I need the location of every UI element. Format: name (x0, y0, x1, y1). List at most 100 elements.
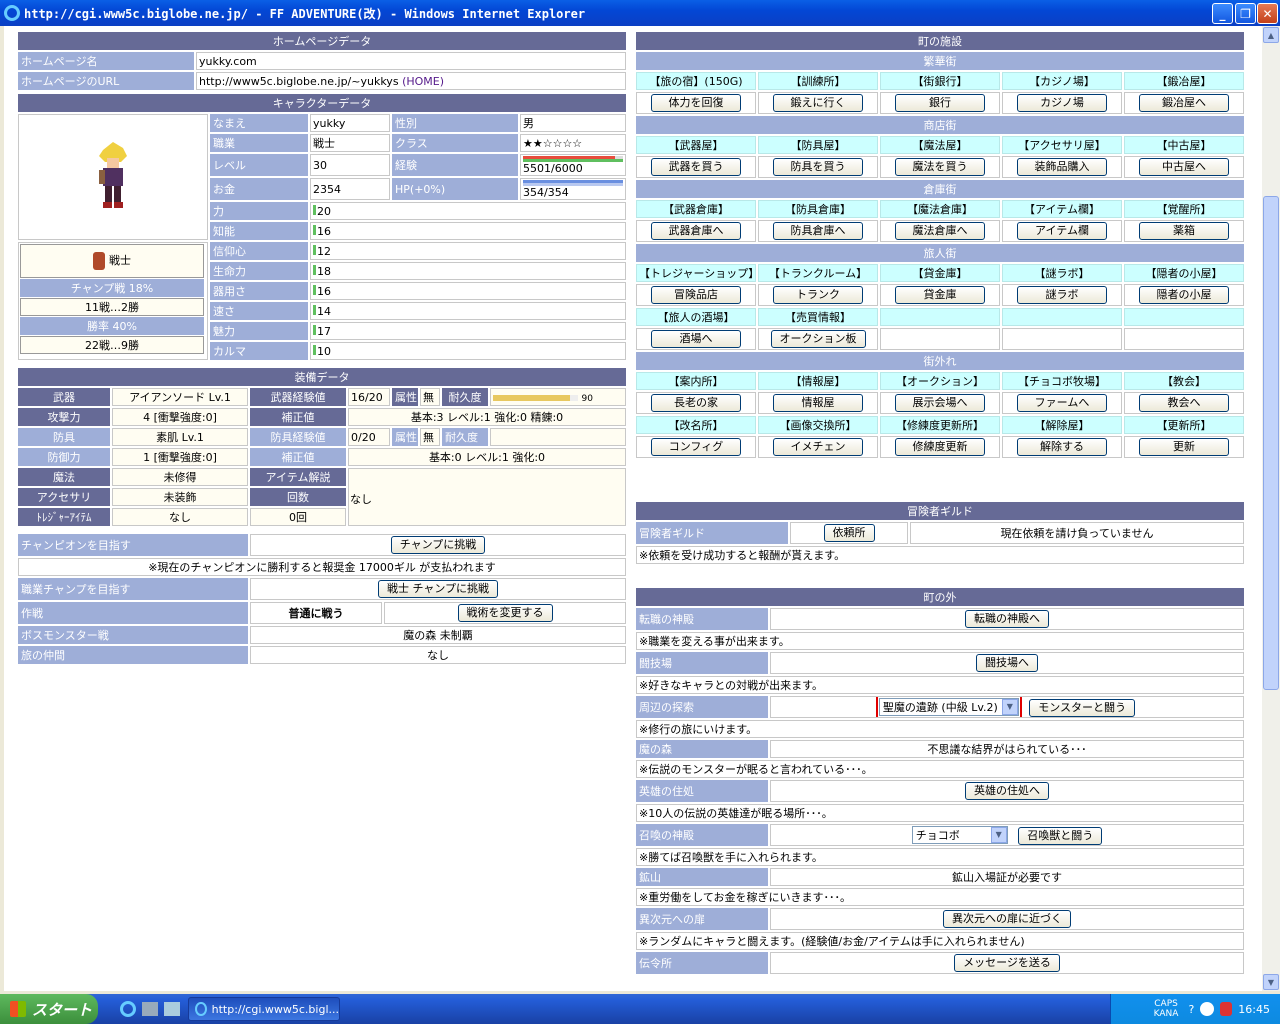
equipment-header: 装備データ (18, 368, 626, 386)
outside-header: 町の外 (636, 588, 1244, 606)
champ-note: ※現在のチャンピオンに勝利すると報奨金 17000ギル が支払われます (18, 558, 626, 576)
facility-button[interactable]: 魔法を買う (895, 158, 985, 176)
close-button[interactable]: ✕ (1257, 3, 1278, 24)
ime-status[interactable]: CAPS KANA (1154, 999, 1179, 1019)
vertical-scrollbar[interactable]: ▲ ▼ (1262, 26, 1280, 991)
network-icon[interactable] (1200, 1002, 1215, 1016)
stat-value: 16 (310, 222, 626, 240)
scroll-thumb[interactable] (1263, 196, 1279, 690)
send-message-button[interactable]: メッセージを送る (954, 954, 1060, 972)
job-temple-button[interactable]: 転職の神殿へ (965, 610, 1049, 628)
facility-button[interactable]: 酒場へ (651, 330, 741, 348)
scroll-down-icon[interactable]: ▼ (1263, 974, 1279, 990)
facility-button[interactable]: 長老の家 (651, 394, 741, 412)
stat-label: カルマ (210, 342, 308, 360)
home-link[interactable]: (HOME) (402, 75, 444, 88)
facility-cell (1002, 328, 1122, 350)
facility-button[interactable]: 防具倉庫へ (773, 222, 863, 240)
ie-quicklaunch-icon[interactable] (120, 1001, 136, 1017)
media-quicklaunch-icon[interactable] (164, 1002, 180, 1016)
facility-title: 【教会】 (1124, 372, 1244, 390)
name-label: なまえ (210, 114, 308, 132)
level-label: レベル (210, 154, 308, 176)
facility-button[interactable]: ファームへ (1017, 394, 1107, 412)
facility-button[interactable]: 隠者の小屋 (1139, 286, 1229, 304)
explore-area-select[interactable]: 聖魔の遺跡 (中級 Lv.2) ▼ (875, 697, 1022, 717)
facility-button[interactable]: 解除する (1017, 438, 1107, 456)
facility-title: 【カジノ場】 (1002, 72, 1122, 90)
help-icon[interactable]: ? (1188, 1003, 1194, 1016)
stat-number: 16 (317, 284, 331, 298)
facility-cell: 情報屋 (758, 392, 878, 414)
facility-cell: 解除する (1002, 436, 1122, 458)
desktop-quicklaunch-icon[interactable] (142, 1002, 158, 1016)
start-button[interactable]: スタート (0, 994, 98, 1024)
facility-button[interactable]: 銀行 (895, 94, 985, 112)
facility-button[interactable]: 鍛冶屋へ (1139, 94, 1229, 112)
start-label: スタート (32, 1000, 93, 1019)
facility-button[interactable]: 薬箱 (1139, 222, 1229, 240)
facility-title: 【情報屋】 (758, 372, 878, 390)
request-office-button[interactable]: 依頼所 (823, 524, 875, 542)
acc-value: 未装飾 (112, 488, 248, 506)
facility-title: 【アクセサリ屋】 (1002, 136, 1122, 154)
dimension-door-button[interactable]: 異次元への扉に近づく (943, 910, 1071, 928)
facility-button[interactable]: 魔法倉庫へ (895, 222, 985, 240)
chevron-down-icon[interactable]: ▼ (1001, 698, 1018, 715)
job-champ-button[interactable]: 戦士 チャンプに挑戦 (377, 580, 499, 598)
facility-cell: アイテム欄 (1002, 220, 1122, 242)
facility-button[interactable]: 武器倉庫へ (651, 222, 741, 240)
minimize-button[interactable]: _ (1212, 3, 1233, 24)
facility-title: 【改名所】 (636, 416, 756, 434)
hero-home-button[interactable]: 英雄の住処へ (965, 782, 1049, 800)
treasure-count: 0回 (250, 508, 346, 526)
chevron-down-icon[interactable]: ▼ (990, 826, 1007, 843)
facility-button[interactable]: カジノ場 (1017, 94, 1107, 112)
facility-title: 【オークション】 (880, 372, 1000, 390)
facility-button[interactable]: 中古屋へ (1139, 158, 1229, 176)
fight-summon-button[interactable]: 召喚獣と闘う (1018, 826, 1103, 845)
guild-table: 冒険者ギルド 冒険者ギルド 依頼所 現在依頼を請け負っていません ※依頼を受け成功す… (634, 500, 1246, 566)
facility-button[interactable]: 武器を買う (651, 158, 741, 176)
facility-button[interactable]: 鍛えに行く (773, 94, 863, 112)
maximize-button[interactable]: ❐ (1235, 3, 1256, 24)
facility-button[interactable]: 教会へ (1139, 394, 1229, 412)
change-tactics-button[interactable]: 戦術を変更する (457, 604, 553, 622)
fight-monster-button[interactable]: モンスターと闘う (1029, 698, 1136, 717)
summon-select[interactable]: チョコボ ▼ (911, 825, 1008, 844)
facility-button[interactable]: アイテム欄 (1017, 222, 1107, 240)
ie-icon (195, 1002, 207, 1016)
aexp-value: 0/20 (348, 428, 390, 446)
scroll-up-icon[interactable]: ▲ (1263, 27, 1279, 43)
facility-button[interactable]: トランク (773, 286, 863, 304)
facility-button[interactable]: 装飾品購入 (1017, 158, 1107, 176)
facility-cell: 隠者の小屋 (1124, 284, 1244, 306)
champ-challenge-button[interactable]: チャンプに挑戦 (390, 536, 486, 554)
facility-button[interactable]: オークション板 (770, 330, 866, 348)
facility-button[interactable]: 展示会場へ (895, 394, 985, 412)
facility-title: 【中古屋】 (1124, 136, 1244, 154)
armor-label: 防具 (18, 428, 110, 446)
facility-button[interactable]: イメチェン (773, 438, 863, 456)
sex-value: 男 (520, 114, 626, 132)
town-section-header: 街外れ (636, 352, 1244, 370)
stat-number: 10 (317, 344, 331, 358)
temple-note: ※職業を変える事が出来ます。 (636, 632, 1244, 650)
security-shield-icon[interactable] (1220, 1002, 1233, 1016)
facility-button[interactable]: 体力を回復 (651, 94, 741, 112)
facility-button[interactable]: 防具を買う (773, 158, 863, 176)
taskbar-ie-window[interactable]: http://cgi.www5c.bigl... (188, 997, 340, 1021)
facility-button[interactable]: 更新 (1139, 438, 1229, 456)
arena-button[interactable]: 闘技場へ (976, 654, 1038, 672)
boss-value: 魔の森 未制覇 (250, 626, 626, 644)
facility-button[interactable]: コンフィグ (651, 438, 741, 456)
page-content: ホームページデータ ホームページ名 yukky.com ホームページのURL htt… (4, 26, 1262, 991)
stat-bar (313, 224, 316, 235)
facility-button[interactable]: 謎ラボ (1017, 286, 1107, 304)
facility-cell: 武器を買う (636, 156, 756, 178)
facility-button[interactable]: 貸金庫 (895, 286, 985, 304)
facility-button[interactable]: 冒険品店 (651, 286, 741, 304)
facility-button[interactable]: 修練度更新 (895, 438, 985, 456)
treasure-value: なし (112, 508, 248, 526)
facility-button[interactable]: 情報屋 (773, 394, 863, 412)
